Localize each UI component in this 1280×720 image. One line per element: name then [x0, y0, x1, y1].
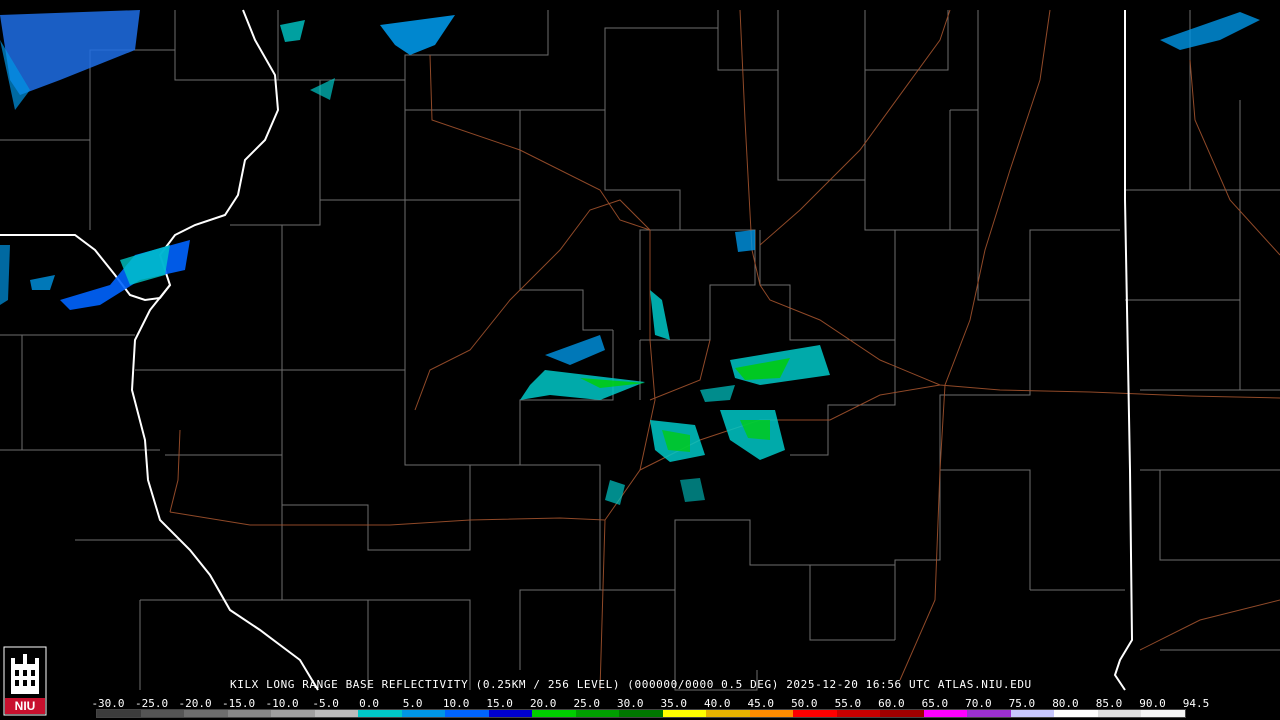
- scale-segment: [97, 710, 141, 717]
- scale-segment: [271, 710, 315, 717]
- niu-tower-logo-icon: NIU: [3, 646, 47, 716]
- scale-segment: [575, 710, 620, 717]
- scale-segment: [1097, 710, 1142, 717]
- scale-segment: [184, 710, 228, 717]
- scale-segment: [662, 710, 707, 717]
- caption-datetime: 2025-12-20 16:56 UTC: [786, 678, 931, 691]
- caption-resolution: (0.25KM / 256 LEVEL): [475, 678, 621, 691]
- scale-segment: [1010, 710, 1055, 717]
- radar-map: [0, 9, 1280, 691]
- scale-segment: [227, 710, 272, 717]
- highways: [169, 9, 1280, 691]
- scale-segment: [314, 710, 359, 717]
- product-caption: KILX LONG RANGE BASE REFLECTIVITY (0.25K…: [230, 678, 1032, 691]
- scale-segment: [532, 710, 576, 717]
- scale-segment: [880, 710, 924, 717]
- scale-segment: [749, 710, 794, 717]
- county-lines: [0, 10, 1280, 691]
- caption-volume: (000000/0000 0.5 DEG): [627, 678, 779, 691]
- caption-station: KILX: [230, 678, 259, 691]
- scale-segment: [1054, 710, 1098, 717]
- scale-segment: [488, 710, 533, 717]
- scale-segment: [836, 710, 881, 717]
- scale-segment: [619, 710, 663, 717]
- scale-label: 94.5: [1182, 697, 1210, 710]
- caption-product: LONG RANGE BASE REFLECTIVITY: [266, 678, 469, 691]
- caption-source: ATLAS.NIU.EDU: [937, 678, 1032, 691]
- scale-segment: [1141, 710, 1185, 717]
- scale-segment: [445, 710, 489, 717]
- radar-echoes: [0, 10, 1260, 505]
- scale-segment: [401, 710, 446, 717]
- logo-text: NIU: [15, 699, 36, 713]
- scale-segment: [706, 710, 750, 717]
- color-scale-bar: [96, 709, 1186, 718]
- scale-segment: [358, 710, 402, 717]
- scale-segment: [967, 710, 1011, 717]
- scale-segment: [793, 710, 837, 717]
- scale-segment: [923, 710, 968, 717]
- scale-segment: [140, 710, 185, 717]
